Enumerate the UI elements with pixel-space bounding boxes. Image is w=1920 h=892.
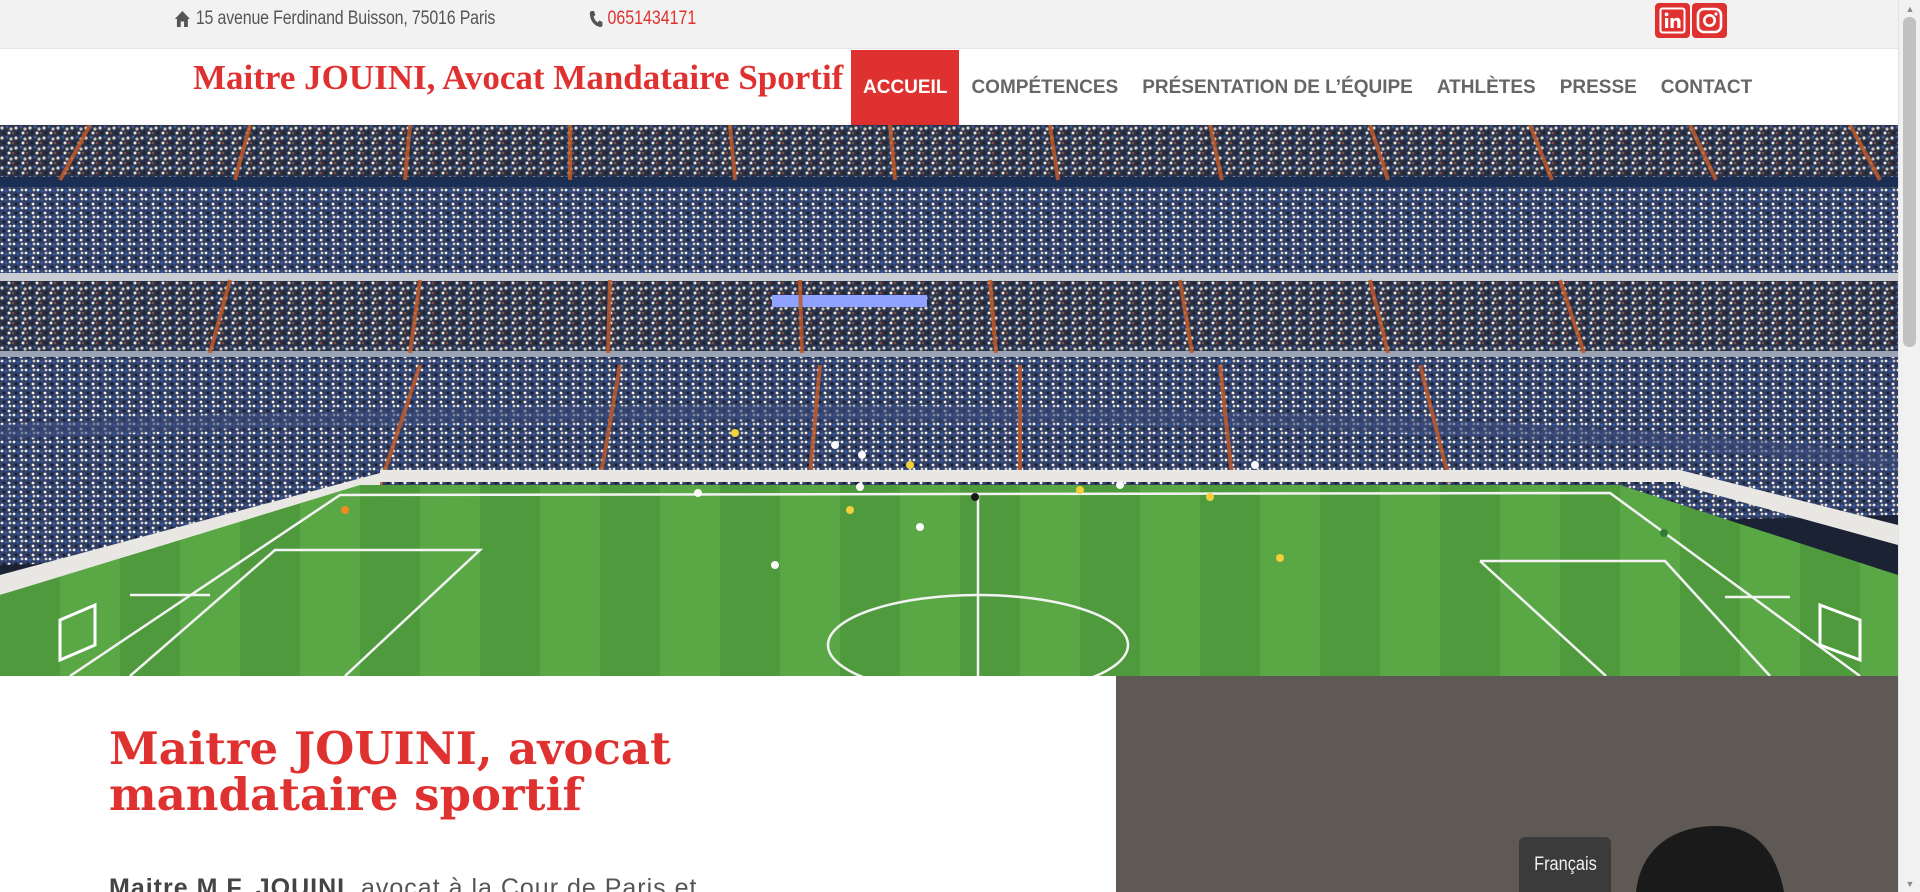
intro-lawyer-name: Maitre M.F. JOUINI [109,874,346,892]
home-icon [174,11,190,27]
address-text: 15 avenue Ferdinand Buisson, 75016 Paris [195,8,496,29]
page-title: Maitre JOUINI, avocat mandataire sportif [109,722,671,821]
language-switcher[interactable]: Français [1519,837,1611,892]
site-header: Maitre JOUINI, Avocat Mandataire Sportif… [0,49,1898,125]
main-nav: ACCUEIL COMPÉTENCES PRÉSENTATION DE L’ÉQ… [851,50,1764,125]
hero-stadium-image [0,125,1898,676]
top-info-bar: 15 avenue Ferdinand Buisson, 75016 Paris… [0,0,1898,49]
nav-item-accueil[interactable]: ACCUEIL [851,50,960,125]
intro-paragraph: Maitre M.F. JOUINI, avocat à la Cour de … [109,874,749,892]
page-scrollbar[interactable]: ▲ ▼ [1898,0,1920,892]
nav-item-presentation-equipe[interactable]: PRÉSENTATION DE L’ÉQUIPE [1130,50,1425,125]
site-logo-title[interactable]: Maitre JOUINI, Avocat Mandataire Sportif [193,58,843,98]
address: 15 avenue Ferdinand Buisson, 75016 Paris [174,0,495,38]
intro-text: , avocat à la Cour de Paris et [345,874,698,892]
language-label: Français [1533,853,1597,875]
nav-item-presse[interactable]: PRESSE [1548,50,1649,125]
scroll-up-arrow-icon[interactable]: ▲ [1899,0,1920,17]
instagram-icon[interactable] [1692,3,1727,38]
portrait-illustration [1116,676,1898,892]
phone-number[interactable]: 0651434171 [607,8,696,30]
linkedin-icon[interactable] [1655,3,1690,38]
phone[interactable]: 0651434171 [589,0,696,38]
nav-item-competences[interactable]: COMPÉTENCES [959,50,1130,125]
lawyer-portrait-photo [1116,676,1898,892]
phone-icon [589,11,603,27]
scroll-down-arrow-icon[interactable]: ▼ [1899,875,1920,892]
nav-item-athletes[interactable]: ATHLÈTES [1425,50,1548,125]
stadium-illustration [0,125,1898,676]
nav-item-contact[interactable]: CONTACT [1649,50,1764,125]
scroll-thumb[interactable] [1903,17,1916,347]
